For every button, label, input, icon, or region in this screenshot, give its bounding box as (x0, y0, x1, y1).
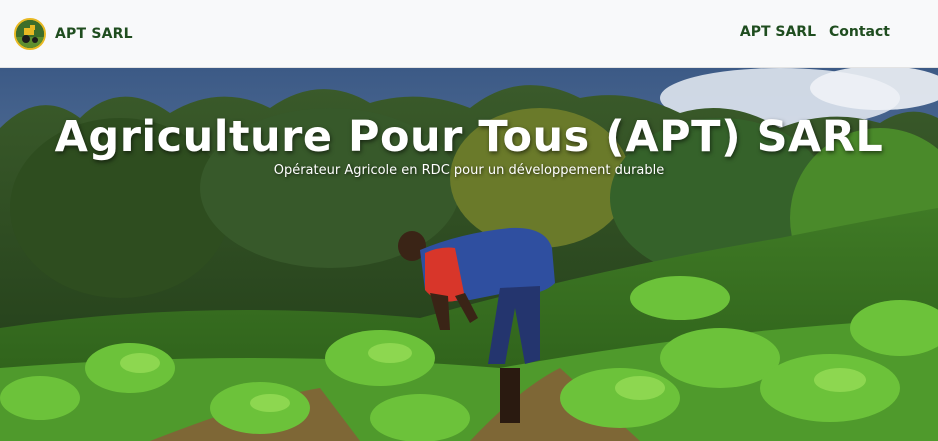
brand-link[interactable]: APT SARL (14, 17, 133, 51)
hero-subtitle: Opérateur Agricole en RDC pour un dévelo… (273, 163, 665, 178)
hero-banner: Agriculture Pour Tous (APT) SARL Opérate… (0, 68, 938, 441)
tractor-logo-icon (14, 18, 46, 50)
brand-name: APT SARL (55, 26, 133, 42)
nav-link-apt-sarl[interactable]: APT SARL (740, 24, 816, 40)
nav-link-contact[interactable]: Contact (829, 24, 890, 40)
navbar: APT SARL APT SARL Contact (0, 0, 938, 68)
hero-title: Agriculture Pour Tous (APT) SARL (54, 112, 884, 162)
nav-links: APT SARL Contact (740, 24, 890, 40)
